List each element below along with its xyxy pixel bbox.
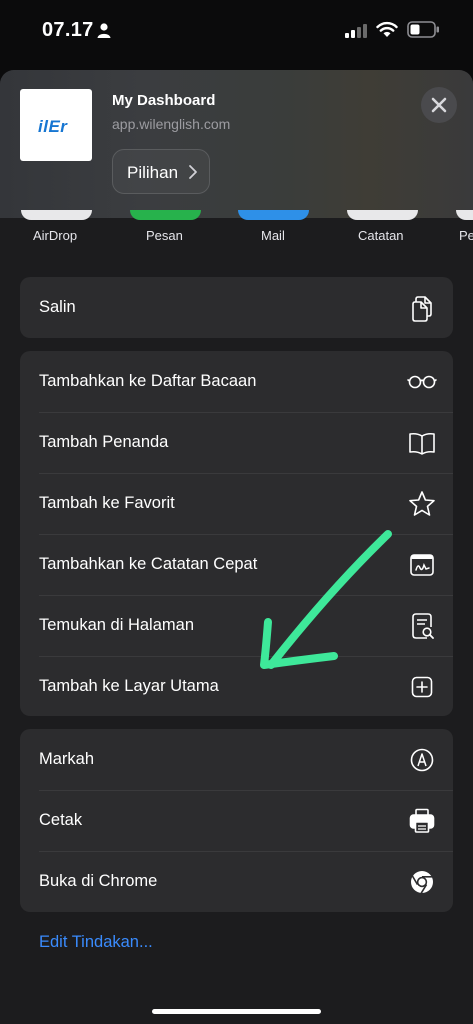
share-sheet-header: ilEr My Dashboard app.wilenglish.com Pil… [0,70,473,218]
add-square-icon [411,676,433,698]
share-app-label-more[interactable]: Pe [459,228,473,243]
action-group-page: Tambahkan ke Daftar Bacaan Tambah Penand… [20,351,453,716]
action-add-bookmark[interactable]: Tambah Penanda [20,412,453,473]
edit-actions-link[interactable]: Edit Tindakan... [39,933,153,952]
status-time: 07.17 [42,19,94,41]
printer-icon [409,808,435,833]
glasses-icon [407,375,437,389]
action-markup[interactable]: Markah [20,729,453,790]
action-label: Tambah ke Favorit [39,494,175,512]
notes-icon[interactable] [347,210,418,220]
action-label: Markah [39,750,95,768]
share-app-label-mail[interactable]: Mail [261,228,285,243]
action-label: Tambahkan ke Daftar Bacaan [39,372,257,390]
share-app-label-notes[interactable]: Catatan [358,228,404,243]
book-icon [409,432,435,455]
share-app-label-messages[interactable]: Pesan [146,228,183,243]
action-print[interactable]: Cetak [20,790,453,851]
messages-icon[interactable] [130,210,201,220]
action-label: Tambah ke Layar Utama [39,677,219,695]
action-label: Temukan di Halaman [39,616,194,634]
close-button[interactable] [421,87,457,123]
options-button[interactable]: Pilihan [112,149,210,194]
site-thumbnail: ilEr [20,89,92,161]
action-add-reading-list[interactable]: Tambahkan ke Daftar Bacaan [20,351,453,412]
star-icon [409,491,435,516]
wifi-icon [376,21,398,37]
action-label: Tambah Penanda [39,433,169,451]
chrome-icon [411,871,433,894]
share-app-label-airdrop[interactable]: AirDrop [33,228,77,243]
mail-icon[interactable] [238,210,309,220]
cellular-signal-icon [345,24,367,38]
airdrop-icon[interactable] [21,210,92,220]
quick-note-icon [410,554,434,576]
battery-icon [407,21,439,38]
share-sheet: ilEr My Dashboard app.wilenglish.com Pil… [0,70,473,1024]
action-group-copy: Salin [20,277,453,338]
share-app-row: AirDrop Pesan Mail Catatan Pe [0,210,473,250]
status-bar: 07.17 [0,0,473,62]
action-find-on-page[interactable]: Temukan di Halaman [20,595,453,656]
copy-icon [412,296,432,322]
action-label: Salin [39,298,76,316]
find-in-page-icon [412,613,434,639]
action-add-favorites[interactable]: Tambah ke Favorit [20,473,453,534]
action-copy[interactable]: Salin [20,277,453,338]
action-open-in-chrome[interactable]: Buka di Chrome [20,851,453,912]
more-app-icon[interactable] [456,210,473,220]
person-icon [97,23,111,38]
action-add-quick-note[interactable]: Tambahkan ke Catatan Cepat [20,534,453,595]
chevron-right-icon [189,165,197,179]
site-thumbnail-logo: ilEr [38,117,68,136]
action-group-other: Markah Cetak Buka di Chrome [20,729,453,912]
markup-icon [410,748,434,772]
action-label: Cetak [39,811,83,829]
action-add-home-screen[interactable]: Tambah ke Layar Utama [20,656,453,716]
options-button-label: Pilihan [127,163,179,182]
action-label: Buka di Chrome [39,872,158,890]
close-icon [431,97,447,113]
home-indicator[interactable] [152,1009,321,1014]
action-label: Tambahkan ke Catatan Cepat [39,555,258,573]
page-url: app.wilenglish.com [112,116,231,132]
page-title: My Dashboard [112,92,216,109]
